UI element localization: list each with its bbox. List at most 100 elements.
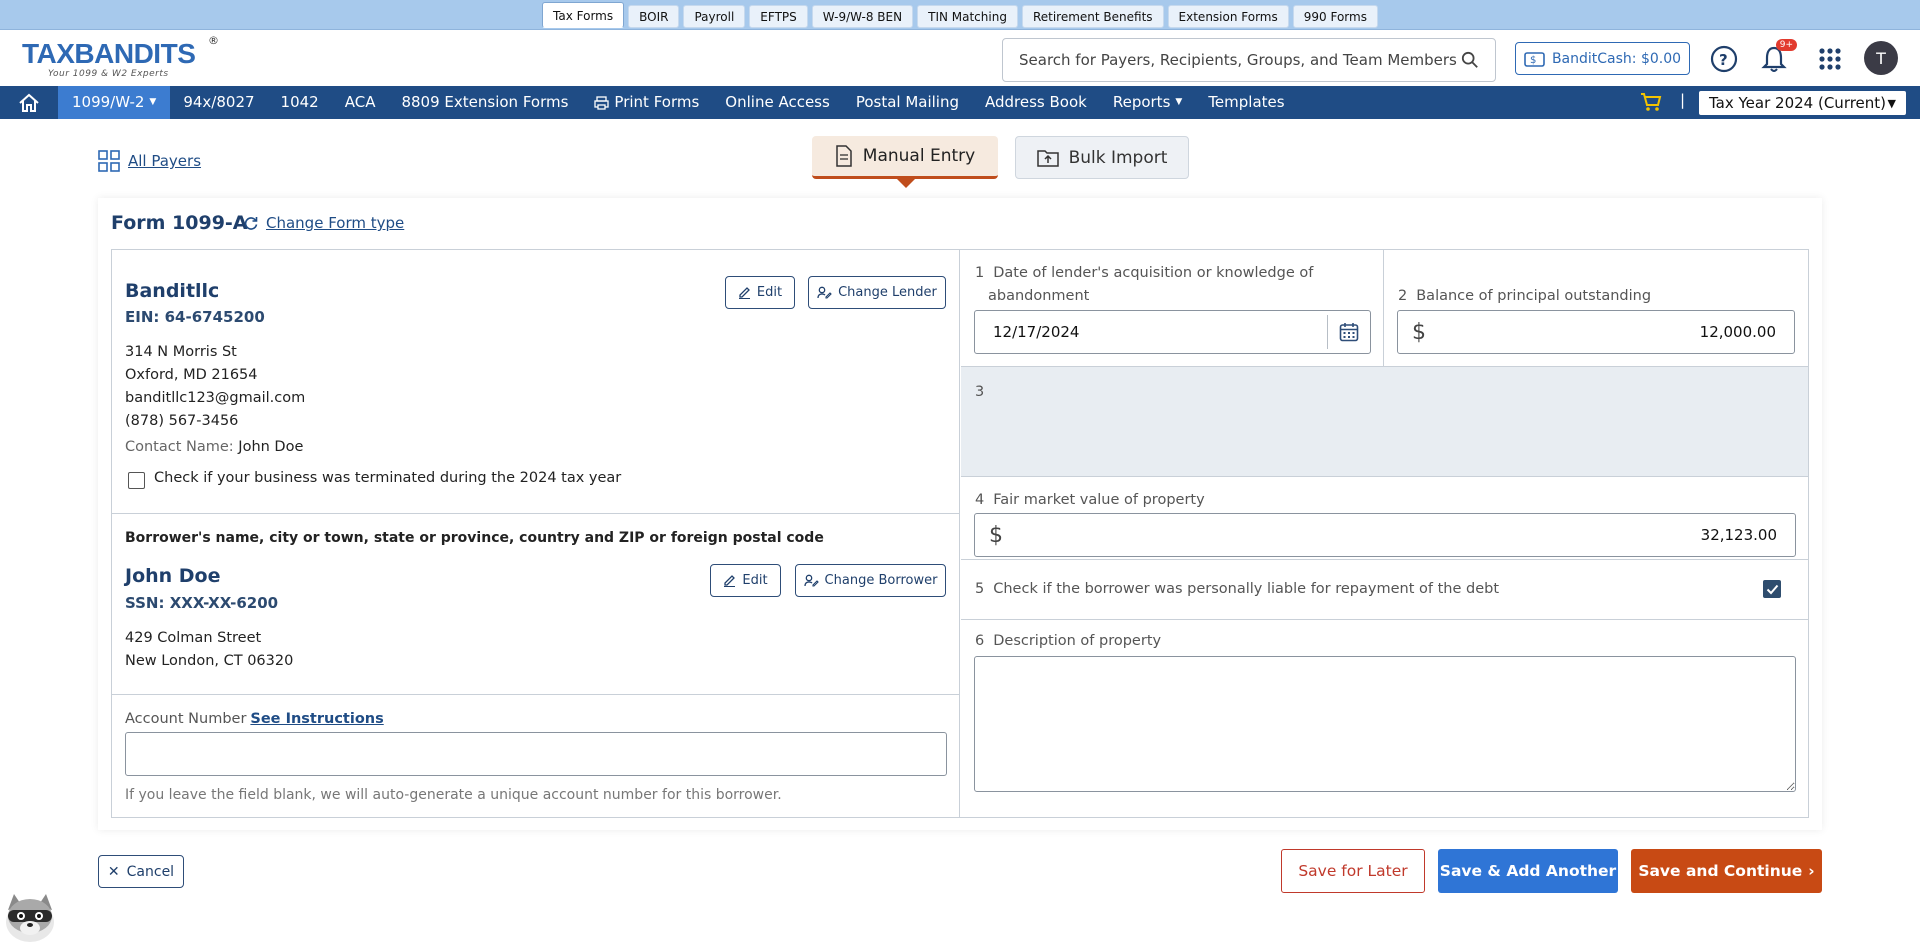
help-icon[interactable]: ? (1709, 44, 1739, 74)
account-number-label: Account Number See Instructions (125, 711, 384, 727)
box2-amount-field[interactable]: $ 12,000.00 (1397, 310, 1795, 354)
nav-templates[interactable]: Templates (1195, 86, 1297, 119)
box1-date-field[interactable]: 12/17/2024 (974, 310, 1371, 354)
box4-amount-value: 32,123.00 (1700, 526, 1777, 544)
lender-name: Banditllc (125, 280, 220, 302)
change-lender-button[interactable]: Change Lender (808, 276, 946, 309)
change-lender-label: Change Lender (838, 285, 937, 300)
account-number-input[interactable] (125, 732, 947, 776)
box6-label: 6 Description of property (975, 630, 1161, 653)
box4-label-text: Fair market value of property (993, 492, 1205, 508)
change-form-type-link[interactable]: Change Form type (243, 214, 404, 232)
notification-badge: 9+ (1775, 39, 1797, 51)
save-for-later-button[interactable]: Save for Later (1281, 849, 1425, 893)
nav-online-access[interactable]: Online Access (712, 86, 843, 119)
search-input[interactable] (1019, 51, 1461, 69)
apps-grid-icon[interactable] (1815, 44, 1845, 74)
box1-label-line2: abandonment (988, 288, 1090, 304)
box6-property-description: 6 Description of property (961, 620, 1808, 817)
box6-description-textarea[interactable] (974, 656, 1796, 792)
bandit-cash-label: BanditCash: $0.00 (1551, 50, 1682, 67)
nav-1099-w2[interactable]: 1099/W-2 ▼ (58, 86, 171, 119)
nav-aca[interactable]: ACA (332, 86, 389, 119)
bandit-cash-button[interactable]: $ BanditCash: $0.00 (1515, 42, 1690, 75)
account-number-text: Account Number (125, 711, 247, 727)
chevron-right-icon: › (1808, 862, 1815, 880)
app-header: TAXBANDITS ® Your 1099 & W2 Experts $ Ba… (0, 30, 1920, 86)
box4-amount-field[interactable]: $ 32,123.00 (974, 513, 1796, 557)
tax-year-select[interactable]: Tax Year 2024 (Current) ▼ (1699, 91, 1906, 115)
svg-text:?: ? (1719, 51, 1728, 69)
see-instructions-link[interactable]: See Instructions (250, 711, 383, 727)
product-tab-w9-w8[interactable]: W-9/W-8 BEN (811, 5, 914, 28)
cart-icon[interactable] (1640, 92, 1662, 116)
document-icon (836, 145, 852, 167)
calendar-icon[interactable] (1328, 322, 1370, 342)
pencil-icon (738, 287, 750, 299)
change-borrower-button[interactable]: Change Borrower (795, 564, 946, 597)
box6-label-text: Description of property (993, 633, 1162, 649)
box5-personally-liable: 5 Check if the borrower was personally li… (961, 560, 1808, 620)
change-borrower-label: Change Borrower (824, 573, 938, 588)
box2-principal-balance: 2 Balance of principal outstanding $ 12,0… (1384, 250, 1808, 367)
terminated-checkbox[interactable] (128, 472, 145, 489)
manual-entry-tab[interactable]: Manual Entry (812, 136, 998, 179)
borrower-section: Borrower's name, city or town, state or … (112, 514, 960, 695)
save-and-add-another-button[interactable]: Save & Add Another (1438, 849, 1618, 893)
product-tab-tin-matching[interactable]: TIN Matching (917, 5, 1018, 28)
close-icon: ✕ (107, 863, 120, 880)
edit-lender-button[interactable]: Edit (725, 276, 795, 309)
save-and-continue-button[interactable]: Save and Continue › (1631, 849, 1822, 893)
nav-reports-label: Reports (1112, 93, 1171, 111)
box5-number: 5 (975, 581, 985, 597)
nav-94x-8027[interactable]: 94x/8027 (170, 86, 267, 119)
product-tab-boir[interactable]: BOIR (628, 5, 680, 28)
grid-icon (98, 150, 120, 172)
bulk-import-tab[interactable]: Bulk Import (1015, 136, 1189, 179)
edit-borrower-button[interactable]: Edit (710, 564, 781, 597)
all-payers-link[interactable]: All Payers (98, 150, 201, 172)
borrower-address-line2: New London, CT 06320 (125, 653, 294, 669)
product-tab-tax-forms[interactable]: Tax Forms (542, 2, 625, 28)
pencil-icon (724, 575, 736, 587)
tax-year-value: Tax Year 2024 (Current) (1709, 94, 1887, 112)
printer-icon (594, 95, 610, 110)
nav-1099-w2-label: 1099/W-2 (72, 93, 145, 111)
search-icon[interactable] (1461, 51, 1479, 69)
notification-bell-icon[interactable]: 9+ (1759, 39, 1797, 74)
lender-address-line1: 314 N Morris St (125, 344, 237, 360)
bandit-mascot-icon[interactable] (2, 888, 58, 944)
product-tab-retirement[interactable]: Retirement Benefits (1021, 5, 1164, 28)
nav-reports[interactable]: Reports ▼ (1100, 86, 1195, 119)
user-avatar[interactable]: T (1864, 41, 1898, 75)
refresh-icon (244, 217, 258, 230)
box5-checkbox[interactable] (1763, 580, 1781, 598)
folder-upload-icon (1036, 149, 1059, 167)
home-icon[interactable] (0, 86, 58, 119)
nav-1042[interactable]: 1042 (268, 86, 332, 119)
product-tab-payroll[interactable]: Payroll (683, 5, 746, 28)
all-payers-label: All Payers (128, 152, 202, 170)
dollar-icon: $ (1412, 319, 1426, 345)
change-form-type-label: Change Form type (266, 214, 405, 232)
cancel-label: Cancel (126, 863, 175, 880)
nav-address-book[interactable]: Address Book (972, 86, 1100, 119)
contact-name-value: John Doe (238, 439, 304, 455)
box2-label: 2 Balance of principal outstanding (1398, 285, 1651, 308)
form-1099a-grid: Banditllc EIN: 64-6745200 314 N Morris S… (111, 249, 1809, 818)
box1-label-line1: Date of lender's acquisition or knowledg… (993, 265, 1314, 281)
cancel-button[interactable]: ✕ Cancel (98, 855, 184, 888)
nav-separator: | (1680, 91, 1686, 109)
product-tab-extension[interactable]: Extension Forms (1167, 5, 1289, 28)
box1-number: 1 (975, 265, 985, 281)
edit-borrower-label: Edit (742, 573, 768, 588)
product-tab-990[interactable]: 990 Forms (1292, 5, 1378, 28)
nav-8809-extension[interactable]: 8809 Extension Forms (388, 86, 581, 119)
nav-postal-mailing[interactable]: Postal Mailing (843, 86, 972, 119)
product-tab-bar: Tax Forms BOIR Payroll EFTPS W-9/W-8 BEN… (0, 0, 1920, 30)
box2-amount-value: 12,000.00 (1699, 323, 1776, 341)
chevron-down-icon: ▼ (149, 97, 157, 107)
taxbandits-logo[interactable]: TAXBANDITS ® Your 1099 & W2 Experts (22, 34, 222, 82)
nav-print-forms[interactable]: Print Forms (581, 86, 712, 119)
product-tab-eftps[interactable]: EFTPS (749, 5, 808, 28)
